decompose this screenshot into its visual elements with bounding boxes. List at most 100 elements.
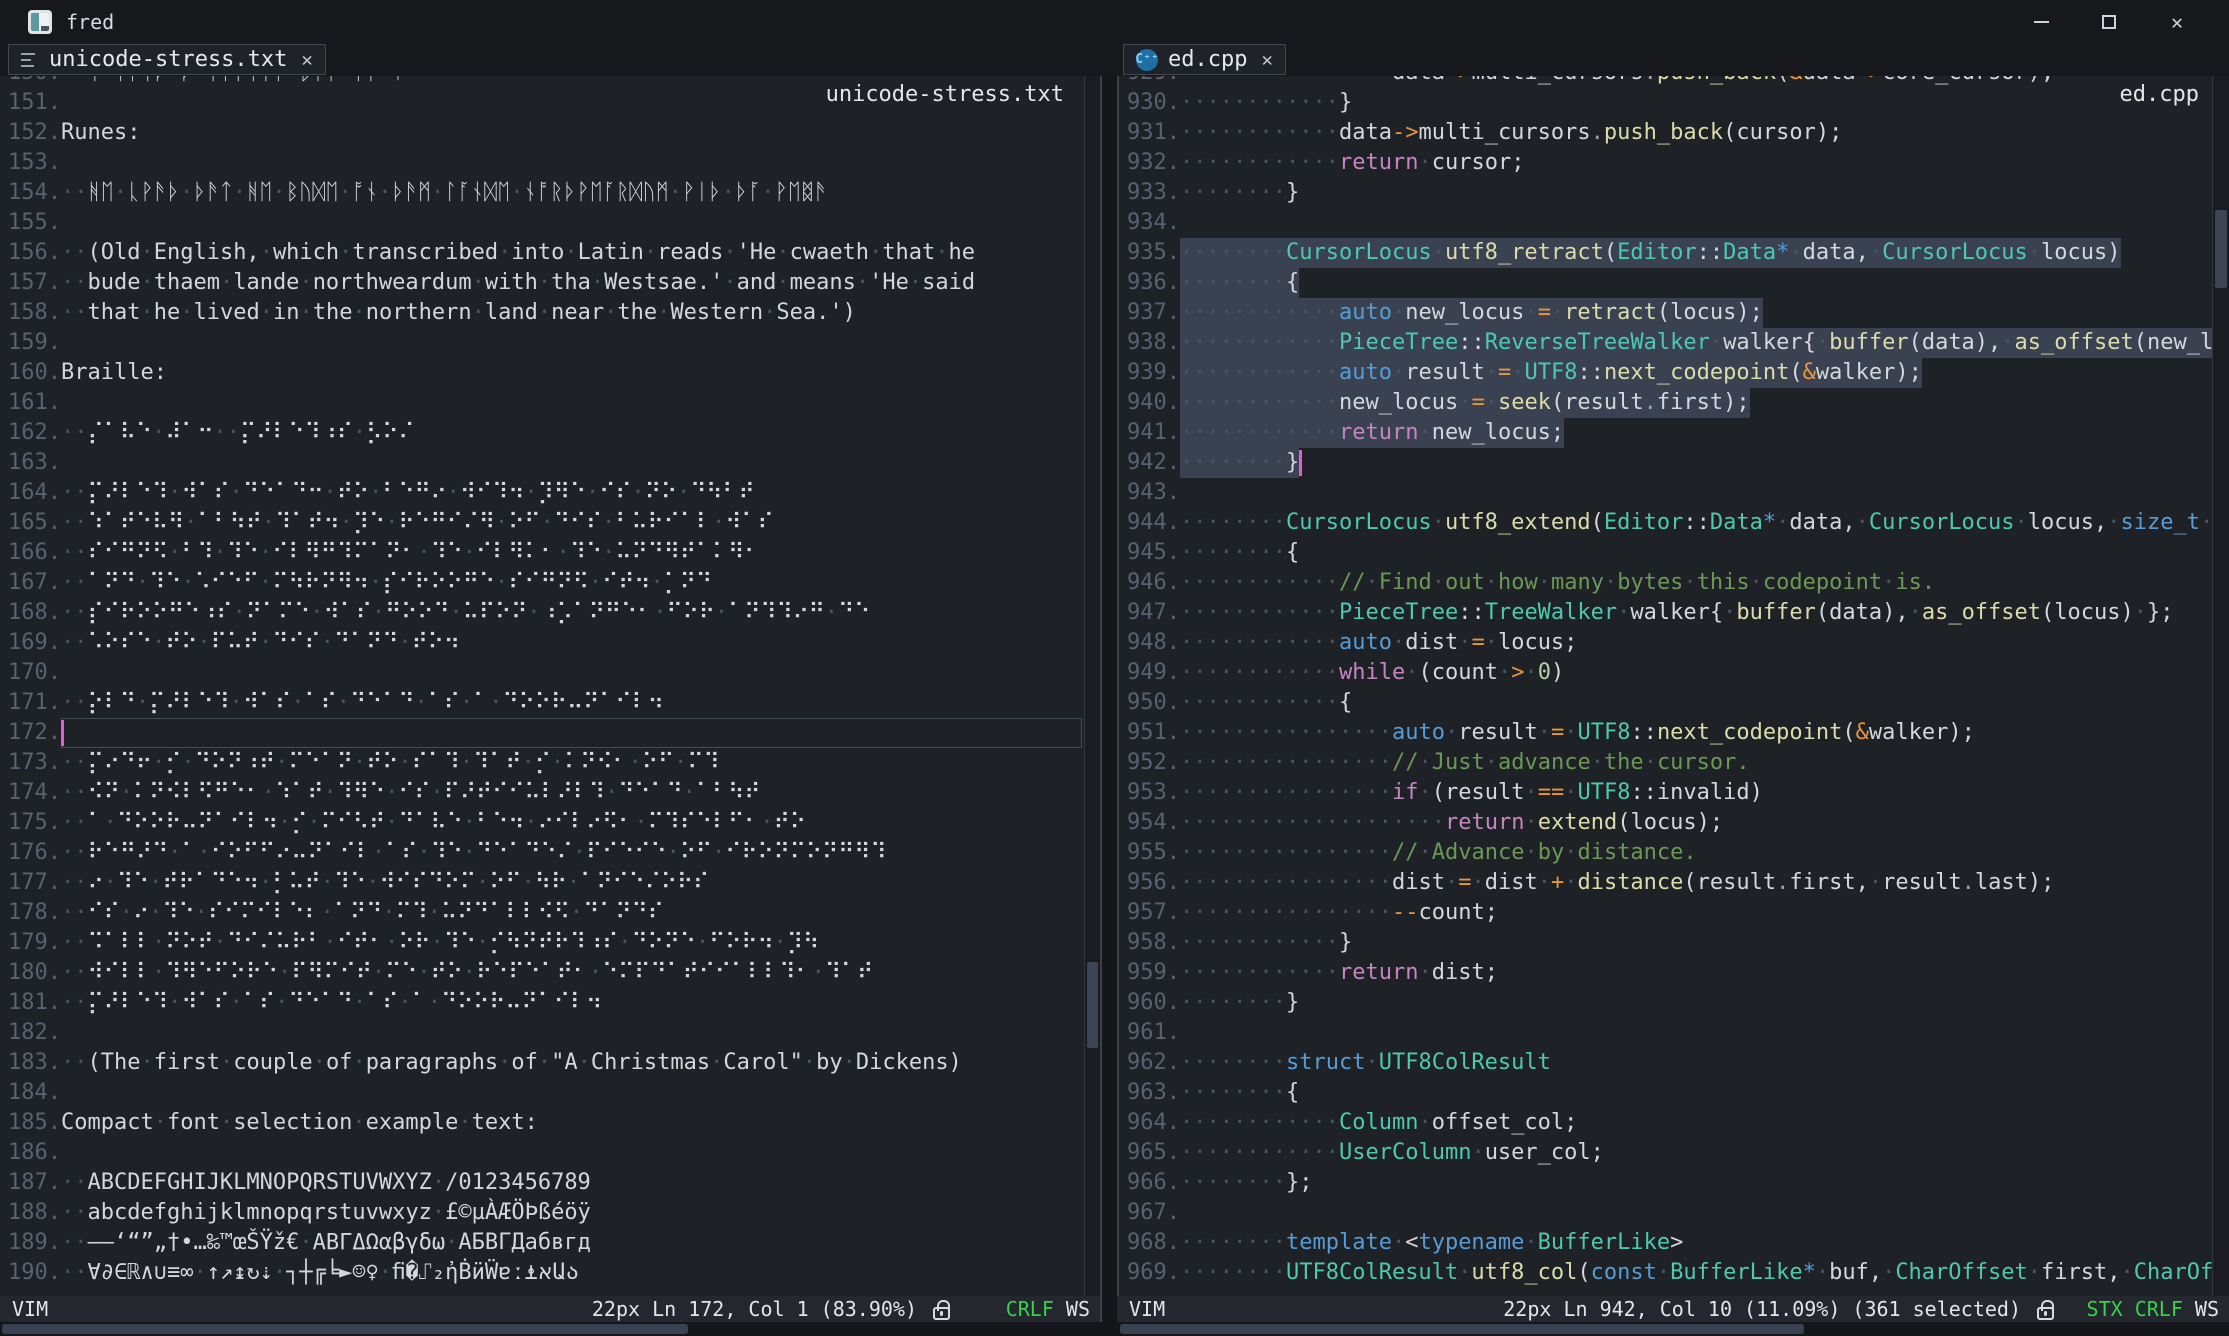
editor-line[interactable]: 190.··∀∂∈ℝ∧∪≡∞·↑↗↨↻⇣·┐┼╔╘►☺♀·ﬁ�⑀₂ἠḂӥẄɐː⍎… <box>0 1258 1100 1288</box>
editor-line[interactable]: 161. <box>0 388 1100 418</box>
editor-line[interactable]: 943. <box>1119 478 2229 508</box>
editor-line[interactable]: 933.········} <box>1119 178 2229 208</box>
editor-line[interactable]: 156.··(Old·English,·which·transcribed·in… <box>0 238 1100 268</box>
editor-line[interactable]: 184. <box>0 1078 1100 1108</box>
editor-line[interactable]: 172. <box>0 718 1100 748</box>
editor-line[interactable]: 963.········{ <box>1119 1078 2229 1108</box>
maximize-button[interactable] <box>2081 0 2137 44</box>
horizontal-scrollbar[interactable] <box>0 1322 2229 1336</box>
editor-line[interactable]: 178.··⠊⠎·⠔·⠹⠑·⠎⠊⠍⠊⠇⠑⠆·⠁⠝⠙·⠍⠹·⠥⠝⠙⠁⠇⠇⠪⠫·⠙⠁… <box>0 898 1100 928</box>
editor-line[interactable]: 170. <box>0 658 1100 688</box>
editor-line[interactable]: 946.············//·Find·out·how·many·byt… <box>1119 568 2229 598</box>
editor-line[interactable]: 160.Braille: <box>0 358 1100 388</box>
tab-ed-cpp[interactable]: C⁺⁺ ed.cpp ✕ <box>1123 44 1286 75</box>
editor-line[interactable]: 960.········} <box>1119 988 2229 1018</box>
editor-line[interactable]: 934. <box>1119 208 2229 238</box>
editor-pane-text[interactable]: 150.··ᛆ·ᚽᛚᛆᚦ·ᚦ·ᚼᚿᛚᛆᚼᚿ·ᛒᚿᚿ·ᚼᚿᛌᛧ151.152.Ru… <box>0 76 1100 1296</box>
editor-line[interactable]: 939.············auto·result·=·UTF8::next… <box>1119 358 2229 388</box>
editor-line[interactable]: 953.················if·(result·==·UTF8::… <box>1119 778 2229 808</box>
editor-line[interactable]: 186. <box>0 1138 1100 1168</box>
editor-line[interactable]: 954.····················return·extend(lo… <box>1119 808 2229 838</box>
editor-line[interactable]: 936.········{ <box>1119 268 2229 298</box>
editor-line[interactable]: 158.··that·he·lived·in·the·northern·land… <box>0 298 1100 328</box>
text-area[interactable]: 150.··ᛆ·ᚽᛚᛆᚦ·ᚦ·ᚼᚿᛚᛆᚼᚿ·ᛒᚿᚿ·ᚼᚿᛌᛧ151.152.Ru… <box>0 76 1100 1288</box>
vertical-scrollbar[interactable] <box>2212 76 2229 1296</box>
editor-line[interactable]: 168.··⡎⠊⠗⠕⠕⠛⠑⠰⠎·⠝⠁⠍⠑·⠺⠁⠎·⠛⠕⠕⠙·⠥⠏⠕⠝·⠰⡡⠁⠝⠛… <box>0 598 1100 628</box>
editor-line[interactable]: 948.············auto·dist·=·locus; <box>1119 628 2229 658</box>
close-button[interactable]: ✕ <box>2149 0 2205 44</box>
editor-pane-code[interactable]: 929.················data->multi_cursors.… <box>1117 76 2229 1296</box>
window-title: fred <box>66 8 114 36</box>
editor-line[interactable]: 164.··⡍⠜⠇⠑⠹·⠺⠁⠎·⠙⠑⠁⠙⠒·⠞⠕·⠃⠑⠛⠔·⠺⠊⠹⠲·⡹⠻⠑·⠊… <box>0 478 1100 508</box>
editor-line[interactable]: 162.··⡌⠁⠧⠑·⠼⠁⠒··⡍⠜⠇⠑⠹⠰⠎·⡣⠕⠌ <box>0 418 1100 448</box>
editor-line[interactable]: 958.············} <box>1119 928 2229 958</box>
editor-line[interactable]: 157.··bude·thaem·lande·northweardum·with… <box>0 268 1100 298</box>
tab-close-icon[interactable]: ✕ <box>1261 49 1272 71</box>
minimize-button[interactable] <box>2013 0 2069 44</box>
editor-line[interactable]: 152.Runes: <box>0 118 1100 148</box>
editor-line[interactable]: 957.················--count; <box>1119 898 2229 928</box>
editor-line[interactable]: 166.··⠎⠊⠛⠝⠫·⠃⠹·⠹⠑·⠊⠇⠻⠛⠹⠍⠁⠝⠂·⠹⠑·⠊⠇⠻⠅⠂·⠹⠑·… <box>0 538 1100 568</box>
editor-line[interactable]: 177.··⠔·⠹⠑·⠞⠗⠁⠙⠑⠲·⡃⠥⠞·⠹⠑·⠺⠊⠎⠙⠕⠍·⠕⠋·⠳⠗·⠁⠝… <box>0 868 1100 898</box>
editor-line[interactable]: 949.············while·(count·>·0) <box>1119 658 2229 688</box>
editor-line[interactable]: 187.··ABCDEFGHIJKLMNOPQRSTUVWXYZ·/012345… <box>0 1168 1100 1198</box>
editor-line[interactable]: 179.··⠩⠁⠇⠇·⠝⠕⠞·⠙⠊⠌⠥⠗⠃·⠊⠞⠂·⠕⠗·⠹⠑·⡊⠳⠝⠞⠗⠹⠰⠎… <box>0 928 1100 958</box>
editor-line[interactable]: 159. <box>0 328 1100 358</box>
text-area[interactable]: 929.················data->multi_cursors.… <box>1119 76 2229 1288</box>
editor-line[interactable]: 176.··⠗⠑⠛⠜⠙·⠁·⠊⠕⠋⠋⠔⠤⠝⠁⠊⠇·⠁⠎·⠹⠑·⠙⠑⠁⠙⠑⠌·⠏⠊… <box>0 838 1100 868</box>
editor-line[interactable]: 173.··⡍⠔⠙⠖·⡊·⠙⠕⠝⠰⠞·⠍⠑⠁⠝·⠞⠕·⠎⠁⠹·⠹⠁⠞·⡊·⠅⠝⠪… <box>0 748 1100 778</box>
editor-line[interactable]: 153. <box>0 148 1100 178</box>
editor-line[interactable]: 944.········CursorLocus·utf8_extend(Edit… <box>1119 508 2229 538</box>
editor-line[interactable]: 950.············{ <box>1119 688 2229 718</box>
editor-line[interactable]: 171.··⡕⠇⠙·⡍⠜⠇⠑⠹·⠺⠁⠎·⠁⠎·⠙⠑⠁⠙·⠁⠎·⠁·⠙⠕⠕⠗⠤⠝⠁… <box>0 688 1100 718</box>
editor-line[interactable]: 188.··abcdefghijklmnopqrstuvwxyz·£©µÀÆÖÞ… <box>0 1198 1100 1228</box>
editor-line[interactable]: 961. <box>1119 1018 2229 1048</box>
editor-line[interactable]: 938.············PieceTree::ReverseTreeWa… <box>1119 328 2229 358</box>
editor-line[interactable]: 967. <box>1119 1198 2229 1228</box>
editor-line[interactable]: 163. <box>0 448 1100 478</box>
editor-line[interactable]: 182. <box>0 1018 1100 1048</box>
editor-line[interactable]: 931.············data->multi_cursors.push… <box>1119 118 2229 148</box>
editor-line[interactable]: 966.········}; <box>1119 1168 2229 1198</box>
editor-line[interactable]: 956.················dist·=·dist·+·distan… <box>1119 868 2229 898</box>
editor-line[interactable]: 167.··⠁⠝⠙·⠹⠑·⠡⠊⠑⠋·⠍⠳⠗⠝⠻⠲·⡎⠊⠗⠕⠕⠛⠑·⠎⠊⠛⠝⠫·⠊… <box>0 568 1100 598</box>
editor-line[interactable]: 959.············return·dist; <box>1119 958 2229 988</box>
editor-line[interactable]: 969.········UTF8ColResult·utf8_col(const… <box>1119 1258 2229 1288</box>
editor-line[interactable]: 175.··⠁·⠙⠕⠕⠗⠤⠝⠁⠊⠇⠲·⡊·⠍⠊⠣⠞·⠙⠁⠧⠑·⠃⠑⠲·⠔⠊⠇⠔⠫… <box>0 808 1100 838</box>
editor-line[interactable]: 189.··–—‘“”„†•…‰™œŠŸž€·ΑΒΓΔΩαβγδω·АБВГДа… <box>0 1228 1100 1258</box>
editor-line[interactable]: 945.········{ <box>1119 538 2229 568</box>
scrollbar-thumb[interactable] <box>2 1324 688 1334</box>
editor-line[interactable]: 964.············Column·offset_col; <box>1119 1108 2229 1138</box>
tab-unicode-stress[interactable]: unicode-stress.txt ✕ <box>8 44 326 75</box>
tab-close-icon[interactable]: ✕ <box>301 49 312 71</box>
editor-line[interactable]: 941.············return·new_locus; <box>1119 418 2229 448</box>
pane-divider[interactable] <box>1100 44 1117 1336</box>
editor-line[interactable]: 952.················//·Just·advance·the·… <box>1119 748 2229 778</box>
editor-line[interactable]: 929.················data->multi_cursors.… <box>1119 76 2229 88</box>
editor-line[interactable]: 937.············auto·new_locus·=·retract… <box>1119 298 2229 328</box>
editor-line[interactable]: 183.··(The·first·couple·of·paragraphs·of… <box>0 1048 1100 1078</box>
editor-line[interactable]: 942.········} <box>1119 448 2229 478</box>
editor-line[interactable]: 940.············new_locus·=·seek(result.… <box>1119 388 2229 418</box>
editor-line[interactable]: 154.··ᚻᛖ·ᚳᚹᚫᚦ·ᚦᚫᛏ·ᚻᛖ·ᛒᚢᛞᛖ·ᚩᚾ·ᚦᚫᛗ·ᛚᚪᚾᛞᛖ·ᚾ… <box>0 178 1100 208</box>
scrollbar-thumb[interactable] <box>2215 210 2227 288</box>
editor-line[interactable]: 930.············} <box>1119 88 2229 118</box>
editor-line[interactable]: 965.············UserColumn·user_col; <box>1119 1138 2229 1168</box>
vertical-scrollbar[interactable] <box>1084 76 1100 1296</box>
editor-line[interactable]: 155. <box>0 208 1100 238</box>
editor-line[interactable]: 185.Compact·font·selection·example·text: <box>0 1108 1100 1138</box>
editor-line[interactable]: 962.········struct·UTF8ColResult <box>1119 1048 2229 1078</box>
editor-line[interactable]: 169.··⠡⠕⠎⠑·⠞⠕·⠏⠥⠞·⠙⠊⠎·⠙⠁⠝⠙·⠞⠕⠲ <box>0 628 1100 658</box>
editor-line[interactable]: 180.··⠺⠊⠇⠇·⠹⠻⠑⠋⠕⠗⠑·⠏⠻⠍⠊⠞·⠍⠑·⠞⠕·⠗⠑⠏⠑⠁⠞⠂·⠑… <box>0 958 1100 988</box>
scrollbar-thumb[interactable] <box>1087 962 1098 1048</box>
editor-line[interactable]: 181.··⡍⠜⠇⠑⠹·⠺⠁⠎·⠁⠎·⠙⠑⠁⠙·⠁⠎·⠁·⠙⠕⠕⠗⠤⠝⠁⠊⠇⠲ <box>0 988 1100 1018</box>
editor-line[interactable]: 932.············return·cursor; <box>1119 148 2229 178</box>
editor-line[interactable]: 165.··⠱⠁⠞⠑⠧⠻·⠁⠃⠳⠞·⠹⠁⠞⠲·⡹⠑·⠗⠑⠛⠊⠌⠻·⠕⠋·⠙⠊⠎·… <box>0 508 1100 538</box>
editor-line[interactable]: 968.········template·<typename·BufferLik… <box>1119 1228 2229 1258</box>
editor-line[interactable]: 955.················//·Advance·by·distan… <box>1119 838 2229 868</box>
editor-line[interactable]: 951.················auto·result·=·UTF8::… <box>1119 718 2229 748</box>
editor-line[interactable]: 935.········CursorLocus·utf8_retract(Edi… <box>1119 238 2229 268</box>
editor-line[interactable]: 174.··⠪⠝·⠅⠝⠪⠇⠫⠛⠑⠂·⠱⠁⠞·⠹⠻⠑·⠊⠎·⠏⠜⠞⠊⠊⠥⠇⠜⠇⠹·… <box>0 778 1100 808</box>
scrollbar-thumb[interactable] <box>1120 1324 1804 1334</box>
editor-line[interactable]: 947.············PieceTree::TreeWalker·wa… <box>1119 598 2229 628</box>
